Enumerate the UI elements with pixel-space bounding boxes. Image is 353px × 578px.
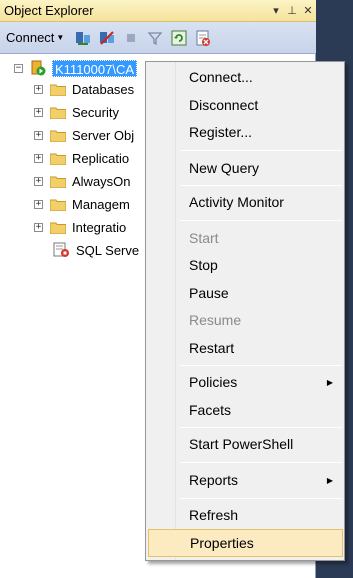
menu-separator — [180, 365, 342, 366]
menu-item-label: Disconnect — [189, 97, 259, 113]
tree-node-label: Server Obj — [72, 127, 135, 143]
folder-icon — [49, 221, 67, 234]
tree-node-server[interactable]: − K1110007\CA — [14, 58, 138, 78]
agent-stopped-icon — [52, 242, 70, 258]
tree-node-label: AlwaysOn — [72, 173, 131, 189]
disconnect-icon[interactable] — [98, 29, 116, 47]
menu-separator — [180, 462, 342, 463]
menu-item-restart[interactable]: Restart — [148, 335, 343, 361]
folder-icon — [49, 83, 67, 96]
menu-separator — [180, 498, 342, 499]
close-icon[interactable]: ✕ — [300, 4, 316, 17]
menu-item-resume: Resume — [148, 307, 343, 333]
menu-item-label: Properties — [190, 535, 254, 551]
menu-separator — [180, 185, 342, 186]
context-menu: Connect... Disconnect Register... New Qu… — [145, 61, 345, 561]
expand-icon[interactable]: + — [34, 153, 43, 163]
server-running-icon — [30, 60, 46, 75]
folder-icon — [49, 152, 67, 165]
menu-item-label: Pause — [189, 285, 229, 301]
folder-icon — [49, 175, 67, 188]
toolbar: Connect ▼ — [0, 22, 316, 54]
menu-item-policies[interactable]: Policies ▶ — [148, 369, 343, 395]
menu-item-label: Activity Monitor — [189, 194, 284, 210]
tree-node-server-objects[interactable]: + Server Obj — [34, 125, 134, 145]
tree-node-management[interactable]: + Managem — [34, 194, 130, 214]
menu-item-properties[interactable]: Properties — [148, 529, 343, 557]
menu-item-reports[interactable]: Reports ▶ — [148, 467, 343, 493]
menu-item-label: Start PowerShell — [189, 436, 294, 452]
tree-node-label: Managem — [72, 196, 130, 212]
menu-item-connect[interactable]: Connect... — [148, 64, 343, 90]
menu-item-start: Start — [148, 225, 343, 251]
menu-item-refresh[interactable]: Refresh — [148, 502, 343, 528]
folder-icon — [49, 129, 67, 142]
panel-title: Object Explorer — [4, 3, 94, 18]
expand-icon[interactable]: + — [34, 130, 43, 140]
tree-node-label: Security — [72, 104, 119, 120]
tree-node-label: Integratio — [72, 219, 127, 235]
expand-icon[interactable]: + — [34, 199, 43, 209]
server-label: K1110007\CA — [52, 59, 138, 77]
menu-item-activity-monitor[interactable]: Activity Monitor — [148, 189, 343, 215]
tree-node-label: Replicatio — [72, 150, 130, 166]
menu-item-facets[interactable]: Facets — [148, 397, 343, 423]
collapse-icon[interactable]: − — [14, 63, 23, 73]
menu-item-stop[interactable]: Stop — [148, 252, 343, 278]
submenu-arrow-icon: ▶ — [326, 377, 333, 387]
menu-item-label: Connect... — [189, 69, 253, 85]
tree-node-integration[interactable]: + Integratio — [34, 217, 126, 237]
menu-item-label: New Query — [189, 160, 260, 176]
connect-label: Connect — [6, 30, 55, 45]
refresh-icon[interactable] — [170, 29, 188, 47]
filter-icon[interactable] — [146, 29, 164, 47]
menu-item-start-powershell[interactable]: Start PowerShell — [148, 431, 343, 457]
expand-icon[interactable]: + — [34, 176, 43, 186]
title-bar: Object Explorer ▾ ⊥ ✕ — [0, 0, 316, 22]
stop-icon[interactable] — [122, 29, 140, 47]
menu-item-disconnect[interactable]: Disconnect — [148, 92, 343, 118]
new-query-icon[interactable] — [194, 29, 212, 47]
connect-button[interactable]: Connect ▼ — [6, 30, 64, 45]
menu-item-label: Policies — [189, 374, 238, 390]
menu-item-label: Restart — [189, 340, 235, 356]
tree-node-sql-server-agent[interactable]: SQL Serve — [52, 240, 139, 260]
connect-object-explorer-icon[interactable] — [74, 29, 92, 47]
menu-item-new-query[interactable]: New Query — [148, 155, 343, 181]
folder-icon — [49, 106, 67, 119]
tree-node-replication[interactable]: + Replicatio — [34, 148, 129, 168]
submenu-arrow-icon: ▶ — [326, 475, 333, 485]
caret-down-icon: ▼ — [56, 33, 65, 42]
expand-icon[interactable]: + — [34, 84, 43, 94]
menu-item-label: Resume — [189, 312, 242, 328]
expand-icon[interactable]: + — [34, 222, 43, 232]
menu-item-label: Refresh — [189, 507, 239, 523]
tree-node-alwayson[interactable]: + AlwaysOn — [34, 171, 131, 191]
tree-node-databases[interactable]: + Databases — [34, 79, 134, 99]
menu-item-label: Facets — [189, 402, 232, 418]
menu-separator — [180, 427, 342, 428]
menu-item-label: Stop — [189, 257, 218, 273]
tree-node-label: SQL Serve — [76, 242, 140, 258]
menu-item-pause[interactable]: Pause — [148, 280, 343, 306]
menu-item-label: Start — [189, 230, 219, 246]
pin-icon[interactable]: ⊥ — [284, 4, 300, 17]
tree-node-security[interactable]: + Security — [34, 102, 119, 122]
dropdown-arrow-icon[interactable]: ▾ — [268, 4, 284, 17]
tree-node-label: Databases — [72, 81, 135, 97]
menu-separator — [180, 220, 342, 221]
menu-item-label: Register... — [189, 124, 253, 140]
menu-separator — [180, 150, 342, 151]
expand-icon[interactable]: + — [34, 107, 43, 117]
menu-item-register[interactable]: Register... — [148, 119, 343, 145]
folder-icon — [49, 198, 67, 211]
menu-item-label: Reports — [189, 472, 239, 488]
